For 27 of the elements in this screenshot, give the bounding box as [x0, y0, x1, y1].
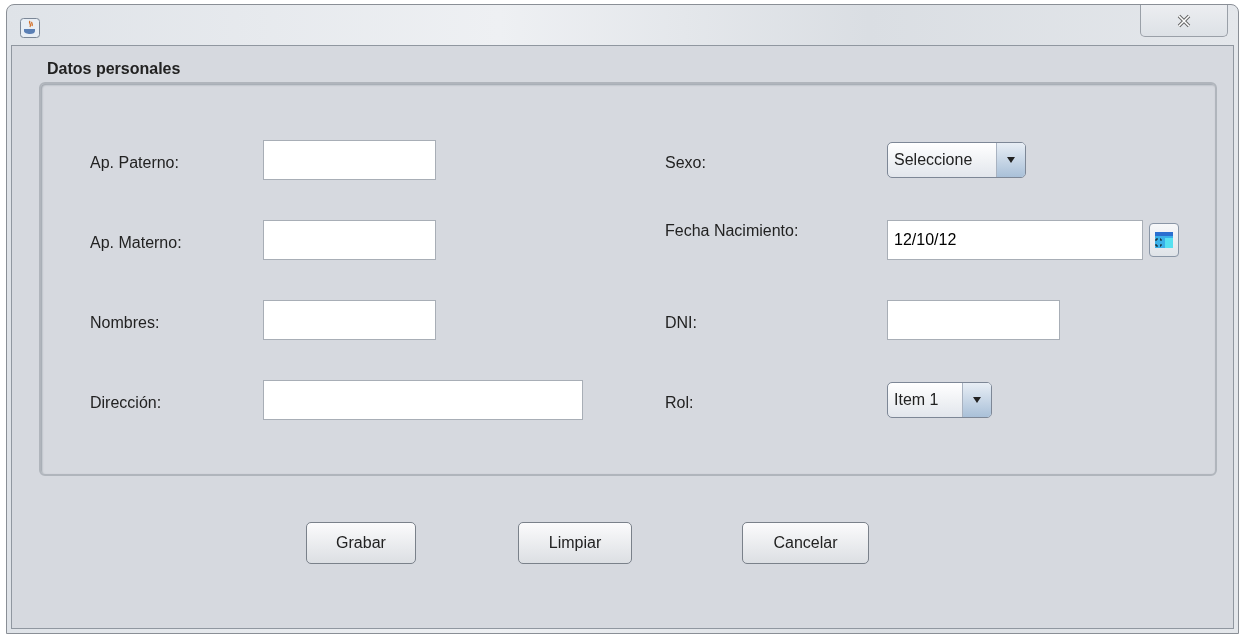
date-field[interactable]: 12/10/12 — [887, 220, 1143, 260]
action-button[interactable]: Limpiar — [518, 522, 632, 564]
input-field[interactable] — [263, 220, 436, 260]
dropdown[interactable]: Seleccione — [887, 142, 1027, 178]
caret-icon — [972, 396, 983, 404]
field-label: Fecha Nacimiento: — [665, 222, 800, 240]
field-label: Ap. Paterno: — [90, 153, 180, 172]
input-field[interactable] — [263, 300, 436, 340]
calendar-icon — [1155, 232, 1173, 248]
field-label: Dirección: — [90, 393, 163, 412]
action-button[interactable]: Cancelar — [742, 522, 869, 564]
input-field[interactable] — [887, 300, 1060, 340]
dropdown[interactable]: Item 1 — [887, 382, 993, 418]
calendar-button[interactable] — [1149, 223, 1179, 257]
input-field[interactable] — [263, 140, 436, 180]
field-label: Sexo: — [665, 153, 707, 172]
close-button[interactable] — [1140, 5, 1228, 37]
field-label: Rol: — [665, 393, 695, 412]
action-button[interactable]: Grabar — [306, 522, 416, 564]
field-label: Ap. Materno: — [90, 233, 183, 252]
panel-title: Datos personales — [47, 60, 182, 78]
field-label: DNI: — [665, 313, 698, 332]
input-field[interactable] — [263, 380, 583, 420]
coffee-cup-icon — [20, 18, 40, 38]
caret-icon — [1006, 156, 1017, 164]
field-label: Nombres: — [90, 313, 161, 332]
close-icon — [1176, 13, 1192, 28]
